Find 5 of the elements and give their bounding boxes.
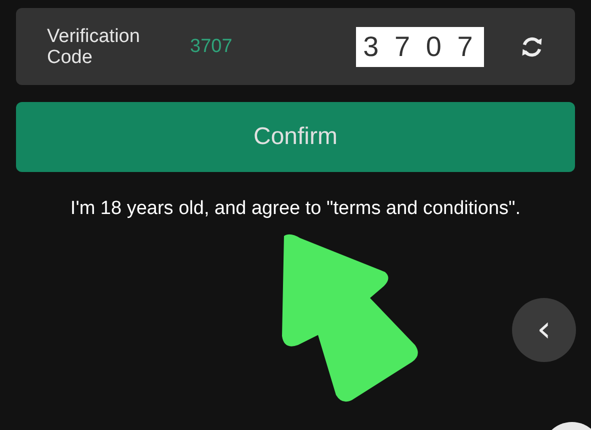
agreement-text: I'm 18 years old, and agree to "terms and conditions". [69, 198, 522, 220]
captcha-image: 3 7 0 7 [356, 26, 484, 66]
back-button[interactable]: ‹ [512, 298, 576, 362]
code-value: 3707 [190, 36, 234, 58]
field-label: Verification Code [47, 26, 141, 68]
